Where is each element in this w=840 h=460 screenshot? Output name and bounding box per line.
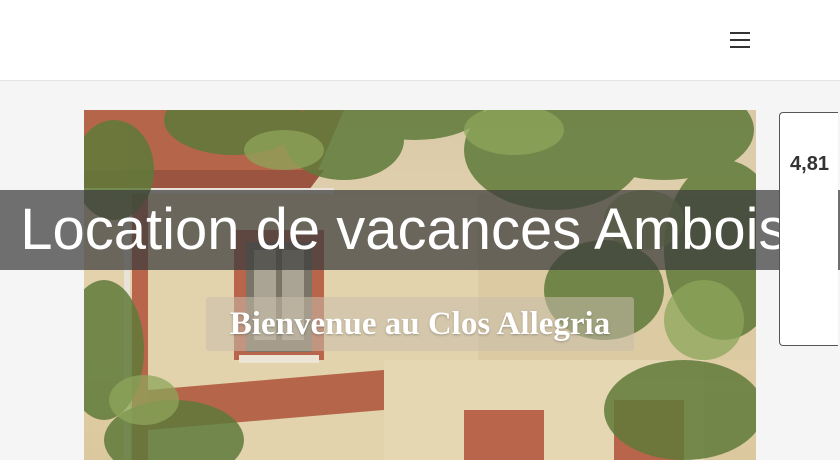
hero-subtitle: Bienvenue au Clos Allegria (206, 297, 634, 351)
house-facade-illustration (84, 110, 756, 460)
rating-widget[interactable]: 4,81 (779, 112, 838, 346)
site-header (0, 0, 840, 81)
hero-image (84, 110, 756, 460)
hero-title-band: Location de vacances Amboise (0, 190, 840, 270)
page-title: Location de vacances Amboise (20, 197, 820, 262)
hamburger-menu-icon[interactable] (728, 30, 752, 50)
rating-score: 4,81 (790, 153, 829, 175)
